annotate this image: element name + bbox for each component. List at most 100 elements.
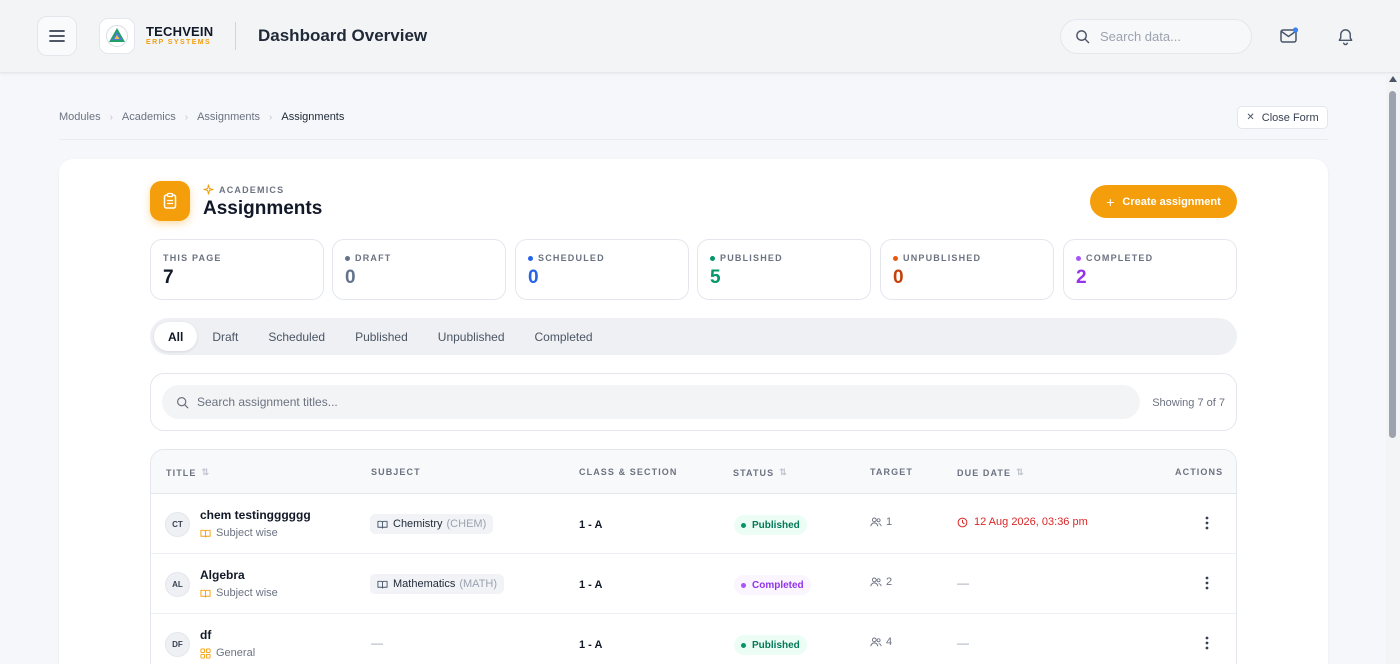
chevron-right-icon: › — [109, 111, 113, 123]
stat-label-text: THIS PAGE — [163, 253, 222, 263]
assignment-search[interactable] — [162, 385, 1140, 419]
column-due-date[interactable]: DUE DATE ⇅ — [957, 467, 1024, 478]
global-search-input[interactable] — [1100, 29, 1240, 44]
close-form-label: Close Form — [1261, 111, 1319, 124]
table-header: TITLE ⇅ SUBJECT CLASS & SECTION STATUS ⇅ T… — [151, 450, 1236, 494]
table-row[interactable]: DF df General — 1 - A Published 4 — — [151, 614, 1236, 664]
users-icon — [870, 517, 882, 527]
table-row[interactable]: CT chem testingggggg Subject wise Chemistry… — [151, 494, 1236, 554]
breadcrumb-item-academics[interactable]: Academics — [122, 111, 176, 123]
target-count-text: 1 — [886, 516, 893, 528]
menu-toggle-button[interactable] — [37, 16, 77, 56]
clipboard-icon — [163, 192, 177, 209]
assignment-type-text: Subject wise — [216, 527, 278, 539]
create-assignment-label: Create assignment — [1122, 195, 1221, 208]
table-row[interactable]: AL Algebra Subject wise Mathematics (MATH) 1 … — [151, 554, 1236, 614]
assignment-title[interactable]: chem testingggggg — [200, 508, 311, 522]
stat-value: 0 — [528, 267, 539, 288]
stat-label-text: UNPUBLISHED — [903, 253, 982, 263]
assignment-title[interactable]: Algebra — [200, 568, 245, 582]
assignment-title[interactable]: df — [200, 628, 211, 642]
assignments-table: TITLE ⇅ SUBJECT CLASS & SECTION STATUS ⇅ T… — [150, 449, 1237, 664]
status-dot-icon — [893, 255, 898, 261]
column-subject: SUBJECT — [371, 467, 421, 477]
brand-logo[interactable] — [99, 18, 135, 54]
stat-value: 5 — [710, 267, 721, 288]
stat-label: UNPUBLISHED — [893, 253, 1053, 263]
results-count: Showing 7 of 7 — [1152, 397, 1225, 409]
status-dot-icon — [1076, 255, 1081, 261]
row-actions-button[interactable] — [1197, 510, 1217, 536]
close-form-button[interactable]: ✕ Close Form — [1237, 106, 1328, 129]
table-search-panel: Showing 7 of 7 — [150, 373, 1237, 431]
notifications-button[interactable] — [1333, 24, 1357, 48]
due-date: 12 Aug 2026, 03:36 pm — [957, 516, 1088, 528]
page-scrollbar[interactable] — [1386, 74, 1400, 664]
breadcrumb-item-modules[interactable]: Modules — [59, 111, 101, 123]
column-class-section: CLASS & SECTION — [579, 467, 678, 477]
status-text: Published — [752, 639, 800, 651]
scroll-up-arrow-icon[interactable] — [1389, 76, 1397, 82]
stat-value: 0 — [893, 267, 904, 288]
stat-value: 0 — [345, 267, 356, 288]
stat-card-this-page: THIS PAGE 7 — [150, 239, 324, 300]
more-vertical-icon — [1205, 516, 1209, 530]
column-class-section-label: CLASS & SECTION — [579, 467, 678, 477]
users-icon — [870, 577, 882, 587]
clock-icon — [957, 517, 968, 527]
module-eyebrow: ACADEMICS — [203, 184, 284, 195]
book-icon — [377, 520, 388, 529]
due-date-text: 12 Aug 2026, 03:36 pm — [974, 516, 1088, 528]
status-text: Published — [752, 519, 800, 531]
status-dot-icon — [528, 255, 533, 261]
module-title: Assignments — [203, 198, 323, 219]
tab-published[interactable]: Published — [340, 322, 423, 351]
status-badge: Published — [734, 515, 807, 535]
global-search[interactable] — [1060, 19, 1252, 54]
stat-label-text: COMPLETED — [1086, 253, 1154, 263]
class-section: 1 - A — [579, 519, 603, 531]
scrollbar-thumb[interactable] — [1389, 91, 1396, 438]
hamburger-icon — [49, 30, 65, 42]
stat-label: THIS PAGE — [163, 253, 323, 263]
chevron-right-icon: › — [184, 111, 189, 123]
stat-card-scheduled: SCHEDULED 0 — [515, 239, 689, 300]
stat-value: 7 — [163, 267, 174, 288]
status-tabs: All Draft Scheduled Published Unpublished Com… — [150, 318, 1237, 355]
tab-completed[interactable]: Completed — [520, 322, 608, 351]
tab-scheduled[interactable]: Scheduled — [253, 322, 340, 351]
stat-label: DRAFT — [345, 253, 505, 263]
column-due-date-label: DUE DATE — [957, 467, 1012, 478]
assignment-search-input[interactable] — [197, 395, 1097, 409]
target-count-text: 4 — [886, 636, 893, 648]
subject-code: (MATH) — [459, 578, 498, 590]
breadcrumb-divider — [59, 139, 1328, 140]
column-actions: ACTIONS — [1175, 467, 1223, 477]
subject-name: Chemistry — [393, 518, 443, 530]
stat-label-text: SCHEDULED — [538, 253, 605, 263]
row-actions-button[interactable] — [1197, 570, 1217, 596]
module-eyebrow-text: ACADEMICS — [219, 184, 285, 195]
messages-button[interactable] — [1277, 24, 1301, 48]
column-status[interactable]: STATUS ⇅ — [733, 467, 787, 478]
tab-all[interactable]: All — [154, 322, 198, 351]
status-dot-icon — [741, 582, 746, 588]
brand-tagline: ERP SYSTEMS — [146, 39, 212, 46]
more-vertical-icon — [1205, 576, 1209, 590]
column-actions-label: ACTIONS — [1175, 467, 1224, 477]
due-date-empty: — — [957, 576, 969, 590]
search-icon — [177, 396, 189, 408]
status-dot-icon — [741, 642, 746, 648]
due-date-empty: — — [957, 636, 969, 650]
module-badge — [150, 181, 190, 221]
subject-code: (CHEM) — [446, 518, 487, 530]
create-assignment-button[interactable]: + Create assignment — [1090, 185, 1237, 218]
tab-draft[interactable]: Draft — [197, 322, 253, 351]
breadcrumb-item-assignments[interactable]: Assignments — [197, 111, 260, 123]
brand-text: TECHVEIN ERP SYSTEMS — [146, 25, 213, 48]
column-title[interactable]: TITLE ⇅ — [166, 467, 209, 478]
row-actions-button[interactable] — [1197, 630, 1217, 656]
users-icon — [870, 637, 882, 647]
class-section: 1 - A — [579, 639, 603, 651]
tab-unpublished[interactable]: Unpublished — [423, 322, 520, 351]
